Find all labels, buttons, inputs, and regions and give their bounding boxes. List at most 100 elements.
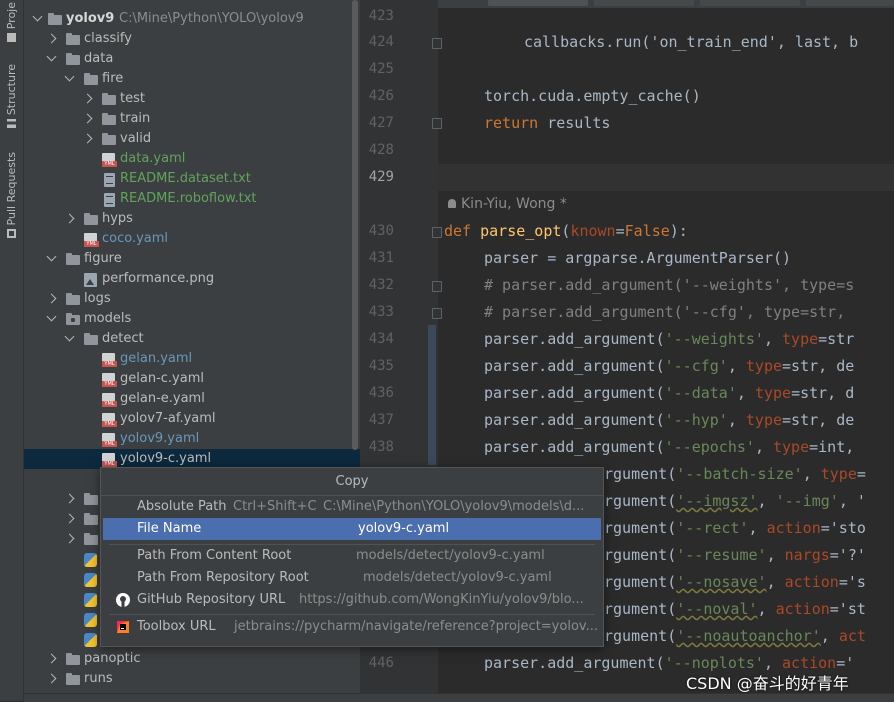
menu-item-value: C:\Mine\Python\YOLO\yolov9\models\d... <box>323 499 585 514</box>
chevron-right-icon[interactable] <box>46 673 57 684</box>
line-number: 428 <box>368 142 394 158</box>
user-icon <box>448 199 456 208</box>
tree-item-panoptic[interactable]: panoptic <box>24 649 360 669</box>
tree-item-logs[interactable]: logs <box>24 289 360 309</box>
folder-icon <box>84 493 98 505</box>
code-text: parser.add_argument( <box>484 438 665 456</box>
chevron-down-icon[interactable] <box>64 71 75 82</box>
chevron-right-icon[interactable] <box>82 93 93 104</box>
tree-root[interactable]: yolov9 C:\Mine\Python\YOLO\yolov9 <box>24 9 360 29</box>
chevron-right-icon[interactable] <box>64 493 75 504</box>
tree-item-label: yolov9-c.yaml <box>120 451 212 466</box>
tree-item-label: fire <box>102 71 124 86</box>
tree-item-yolov9-yaml[interactable]: yolov9.yaml <box>24 429 360 449</box>
menu-item-value: models/detect/yolov9-c.yaml <box>363 570 552 585</box>
code-line-441: rgument('--rect', action='sto <box>604 519 866 537</box>
menu-item-label: GitHub Repository URL <box>137 592 286 607</box>
code-line-431: parser = argparse.ArgumentParser() <box>484 249 791 267</box>
parameter: type <box>745 357 783 375</box>
tree-item-gelan-c-yaml[interactable]: gelan-c.yaml <box>24 369 360 389</box>
tree-item-performance-png[interactable]: performance.png <box>24 269 360 289</box>
code-text: =str, de <box>782 411 855 429</box>
tree-item-gelan-e-yaml[interactable]: gelan-e.yaml <box>24 389 360 409</box>
menu-item-absolute-path[interactable]: Absolute Path Ctrl+Shift+C C:\Mine\Pytho… <box>103 496 601 518</box>
tree-item-figure[interactable]: figure <box>24 249 360 269</box>
menu-item-label: Path From Content Root <box>137 548 292 563</box>
chevron-down-icon[interactable] <box>64 331 75 342</box>
tree-item-label: hyps <box>102 211 133 226</box>
editor-tab[interactable] <box>806 0 894 6</box>
chevron-right-icon[interactable] <box>82 113 93 124</box>
menu-item-shortcut: Ctrl+Shift+C <box>233 499 317 514</box>
tree-item-hyps[interactable]: hyps <box>24 209 360 229</box>
chevron-right-icon[interactable] <box>46 653 57 664</box>
chevron-down-icon[interactable] <box>46 51 57 62</box>
tree-item-data[interactable]: data <box>24 49 360 69</box>
author-name: Kin-Yiu, Wong * <box>461 196 567 212</box>
tree-item-readme-roboflow[interactable]: README.roboflow.txt <box>24 189 360 209</box>
project-tool-tab[interactable]: Proje <box>0 2 23 43</box>
line-number: 427 <box>368 115 394 131</box>
tree-item-test[interactable]: test <box>24 89 360 109</box>
chevron-right-icon[interactable] <box>46 293 57 304</box>
tree-item-train[interactable]: train <box>24 109 360 129</box>
parameter: action <box>775 600 830 618</box>
tree-item-label: gelan-c.yaml <box>120 371 204 386</box>
code-text: parser.add_argument( <box>484 384 665 402</box>
structure-tool-tab[interactable]: Structure <box>0 64 23 129</box>
string: '--nosave' <box>676 573 767 591</box>
menu-item-path-from-repository-root[interactable]: Path From Repository Root models/detect/… <box>103 567 601 589</box>
menu-item-github-repository-url[interactable]: GitHub Repository URL https://github.com… <box>103 589 601 611</box>
parameter: act <box>838 627 866 645</box>
code-text: ='s <box>838 573 866 591</box>
menu-item-path-from-content-root[interactable]: Path From Content Root models/detect/yol… <box>103 545 601 567</box>
menu-item-label: Absolute Path <box>137 499 227 514</box>
tree-item-gelan-yaml[interactable]: gelan.yaml <box>24 349 360 369</box>
fold-marker-icon[interactable] <box>432 118 442 129</box>
tree-item-data-yaml[interactable]: data.yaml <box>24 149 360 169</box>
chevron-right-icon[interactable] <box>64 533 75 544</box>
fold-marker-icon[interactable] <box>432 308 442 319</box>
chevron-right-icon[interactable] <box>82 133 93 144</box>
tree-item-fire[interactable]: fire <box>24 69 360 89</box>
tree-scrollbar[interactable] <box>352 0 358 450</box>
code-text: , <box>802 465 821 483</box>
chevron-right-icon[interactable] <box>64 513 75 524</box>
editor-tab[interactable] <box>594 0 694 6</box>
chevron-right-icon[interactable] <box>64 213 75 224</box>
folder-icon <box>66 53 80 65</box>
editor-tab[interactable] <box>488 0 588 6</box>
tree-item-yolov7-af-yaml[interactable]: yolov7-af.yaml <box>24 409 360 429</box>
pull-requests-tool-tab[interactable]: Pull Requests <box>0 152 23 239</box>
tree-item-label: panoptic <box>84 651 141 666</box>
tree-item-detect[interactable]: detect <box>24 329 360 349</box>
chevron-down-icon[interactable] <box>46 311 57 322</box>
tree-item-valid[interactable]: valid <box>24 129 360 149</box>
chevron-down-icon[interactable] <box>32 11 43 22</box>
code-text: callbacks.run('on_train_end', last, b <box>524 33 859 51</box>
tree-item-yolov9-c-yaml[interactable]: yolov9-c.yaml <box>24 449 360 469</box>
tree-item-classify[interactable]: classify <box>24 29 360 49</box>
tree-item-models[interactable]: models <box>24 309 360 329</box>
string: '--imgsz' <box>676 492 758 510</box>
chevron-right-icon[interactable] <box>46 33 57 44</box>
menu-item-file-name[interactable]: File Name yolov9-c.yaml <box>103 518 601 540</box>
string: '--rect' <box>676 519 749 537</box>
tree-item-coco-yaml[interactable]: coco.yaml <box>24 229 360 249</box>
fold-marker-icon[interactable] <box>432 281 442 292</box>
python-file-icon <box>84 553 97 567</box>
menu-item-value: models/detect/yolov9-c.yaml <box>356 548 545 563</box>
fold-marker-icon[interactable] <box>432 227 442 238</box>
parameter: action <box>766 519 821 537</box>
editor-tab[interactable] <box>700 0 800 6</box>
menu-item-toolbox-url[interactable]: Toolbox URL jetbrains://pycharm/navigate… <box>103 616 601 638</box>
chevron-down-icon[interactable] <box>46 251 57 262</box>
tree-item-readme-dataset[interactable]: README.dataset.txt <box>24 169 360 189</box>
comment: # parser.add_argument('--weights', type=… <box>484 276 855 294</box>
fold-marker-icon[interactable] <box>432 38 442 49</box>
editor-tab-bar[interactable] <box>438 0 894 8</box>
tree-item-runs[interactable]: runs <box>24 669 360 689</box>
code-author-hint[interactable]: Kin-Yiu, Wong * <box>448 196 567 212</box>
toolbox-icon <box>116 620 130 634</box>
package-folder-icon <box>66 313 80 325</box>
